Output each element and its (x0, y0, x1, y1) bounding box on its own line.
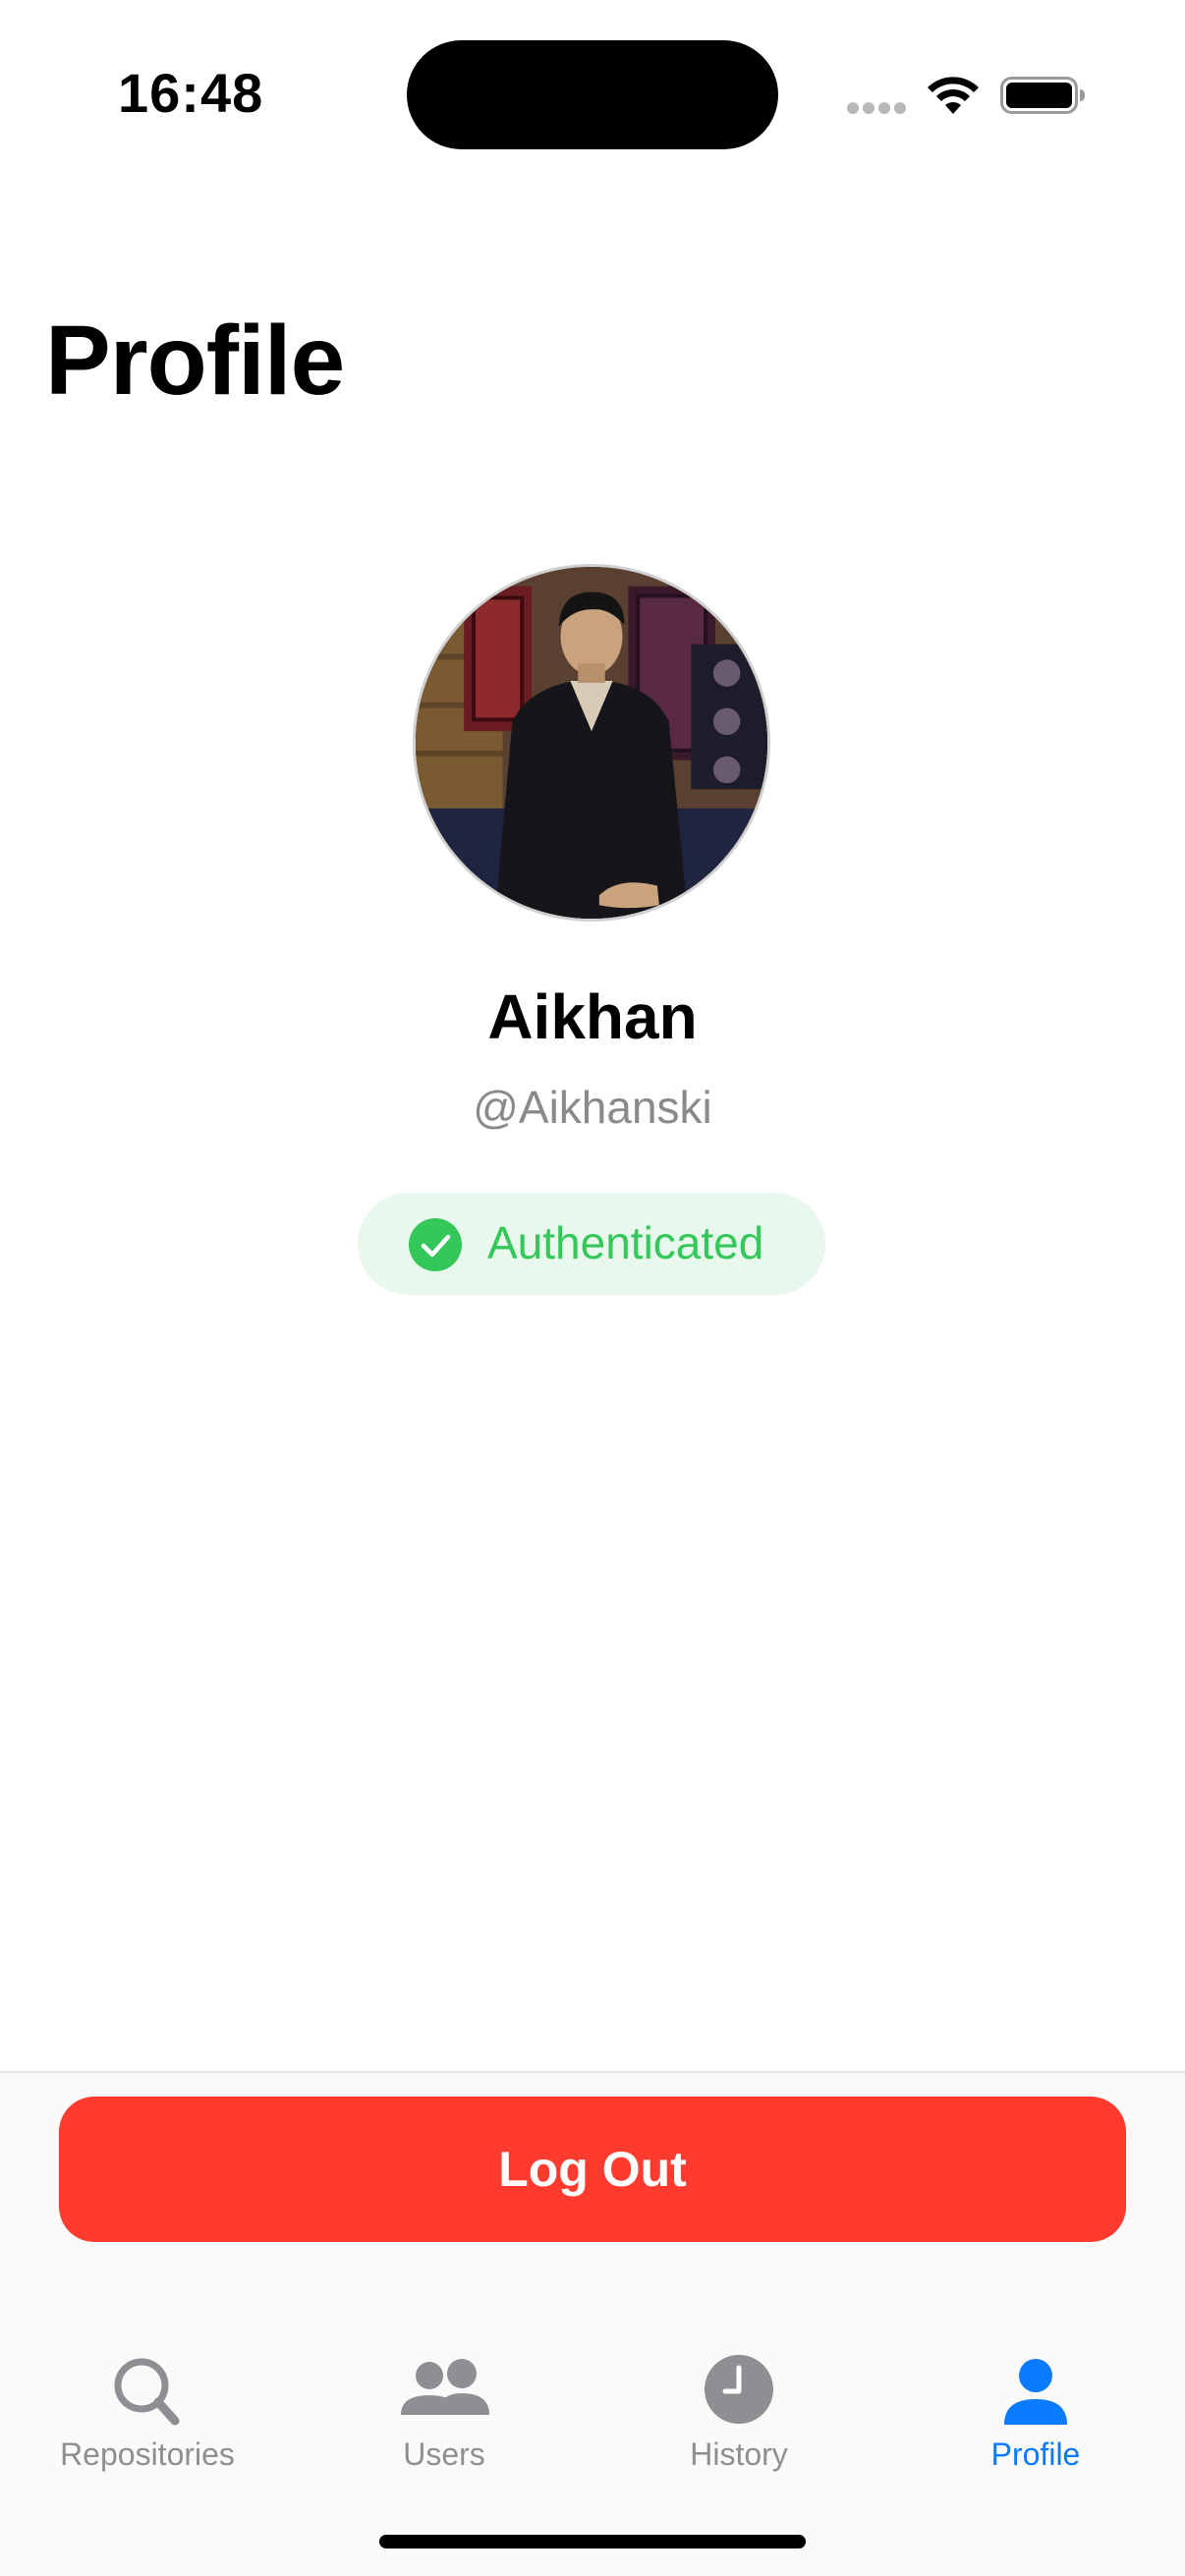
tab-repositories[interactable]: Repositories (0, 2338, 295, 2495)
divider (0, 2071, 1185, 2073)
tab-profile[interactable]: Profile (888, 2338, 1183, 2495)
tab-bar: Repositories Users History Profile (0, 2338, 1185, 2495)
checkmark-circle-icon (409, 1218, 462, 1271)
avatar (413, 564, 770, 922)
dynamic-island (407, 40, 778, 149)
tab-history[interactable]: History (592, 2338, 886, 2495)
home-indicator[interactable] (379, 2535, 806, 2548)
user-name: Aikhan (487, 981, 698, 1052)
tab-label: Users (403, 2436, 485, 2472)
users-icon (401, 2359, 489, 2415)
user-handle: @Aikhanski (473, 1082, 712, 1133)
status-icons (847, 71, 1085, 120)
status-time: 16:48 (118, 62, 264, 124)
battery-icon (1000, 77, 1085, 114)
profile-screen: 16:48 Profile Aikhan @Aikhanski Authenti… (0, 0, 1185, 2576)
status-label: Authenticated (487, 1217, 764, 1268)
tab-users[interactable]: Users (297, 2338, 592, 2495)
page-title: Profile (45, 306, 345, 416)
status-badge: Authenticated (358, 1193, 825, 1295)
person-icon (1004, 2359, 1067, 2425)
tab-label: Repositories (60, 2436, 235, 2472)
logout-button[interactable]: Log Out (59, 2097, 1126, 2242)
tab-label: Profile (990, 2436, 1081, 2472)
tab-label: History (690, 2436, 788, 2472)
clock-icon (705, 2355, 773, 2424)
magnifying-glass-icon (114, 2358, 180, 2426)
wifi-icon (928, 77, 979, 114)
cellular-signal-icon (847, 102, 908, 116)
